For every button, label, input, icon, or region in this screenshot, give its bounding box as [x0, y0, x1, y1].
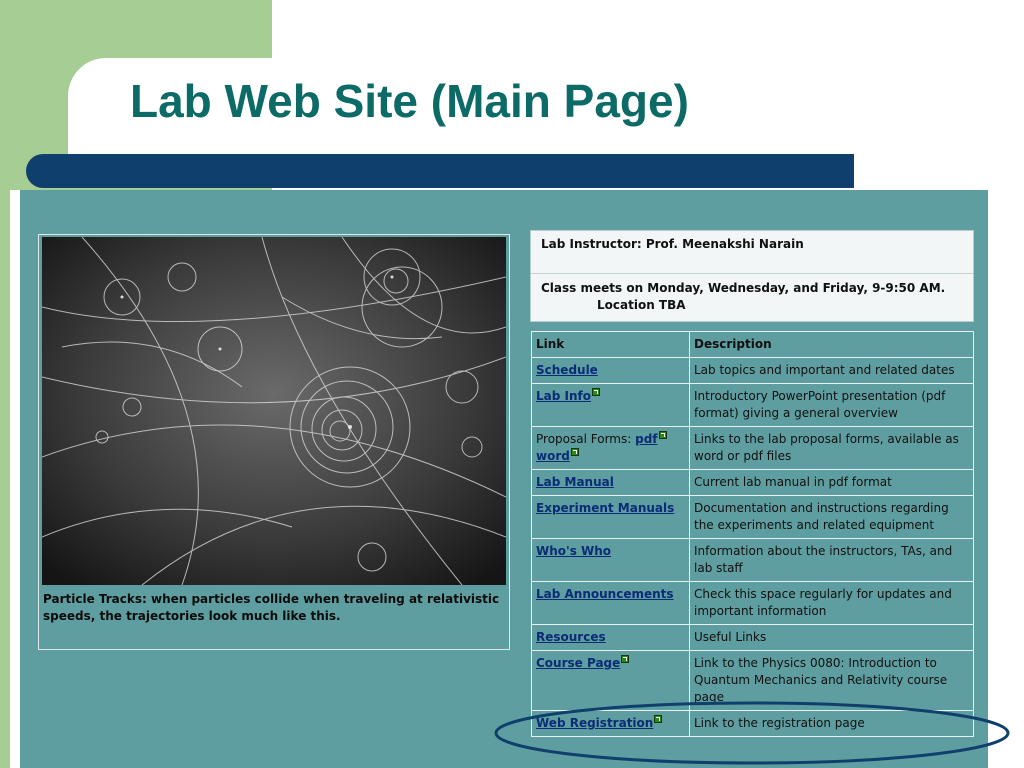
caption-line-2: speeds, the trajectories look much like … — [43, 609, 341, 623]
link-cell: Schedule — [532, 358, 690, 383]
resources-link[interactable]: Resources — [536, 630, 606, 644]
table-row: Experiment Manuals Documentation and ins… — [532, 496, 973, 539]
description-cell: Information about the instructors, TAs, … — [694, 544, 953, 575]
website-screenshot: Particle Tracks: when particles collide … — [20, 190, 988, 768]
external-link-icon — [658, 431, 667, 439]
lab-info-link[interactable]: Lab Info — [536, 389, 591, 403]
lab-announcements-link[interactable]: Lab Announcements — [536, 587, 674, 601]
link-cell: Lab Info — [532, 384, 690, 426]
slide-title: Lab Web Site (Main Page) — [130, 75, 689, 127]
table-header-row: Link Description — [532, 332, 973, 358]
link-cell: Experiment Manuals — [532, 496, 690, 538]
external-link-icon — [570, 448, 579, 456]
description-cell: Check this space regularly for updates a… — [694, 587, 952, 618]
decor-left-strip — [0, 180, 10, 768]
table-row: Lab Info Introductory PowerPoint present… — [532, 384, 973, 427]
external-link-icon — [621, 655, 630, 663]
table-row: Lab Announcements Check this space regul… — [532, 582, 973, 625]
link-cell: Resources — [532, 625, 690, 650]
link-cell: Who's Who — [532, 539, 690, 581]
class-meets-text: Class meets on Monday, Wednesday, and Fr… — [541, 280, 945, 314]
links-table: Link Description Schedule Lab topics and… — [531, 331, 974, 737]
description-cell: Links to the lab proposal forms, availab… — [694, 432, 959, 463]
description-cell: Useful Links — [694, 630, 767, 644]
class-info-box: Lab Instructor: Prof. Meenakshi Narain C… — [530, 230, 974, 322]
description-cell: Link to the registration page — [694, 716, 865, 730]
table-row: Resources Useful Links — [532, 625, 973, 651]
image-panel: Particle Tracks: when particles collide … — [38, 234, 510, 650]
lab-manual-link[interactable]: Lab Manual — [536, 475, 614, 489]
table-row: Proposal Forms: pdf word Links to the lab… — [532, 427, 973, 470]
caption-line-1: Particle Tracks: when particles collide … — [43, 592, 500, 606]
proposal-word-link[interactable]: word — [536, 449, 570, 463]
course-page-link[interactable]: Course Page — [536, 656, 620, 670]
table-row: Schedule Lab topics and important and re… — [532, 358, 973, 384]
external-link-icon — [654, 715, 663, 723]
experiment-manuals-link[interactable]: Experiment Manuals — [536, 501, 674, 515]
description-cell: Introductory PowerPoint presentation (pd… — [694, 389, 946, 420]
info-divider — [531, 273, 973, 274]
decor-divider-bar — [26, 154, 854, 188]
header-link: Link — [532, 332, 690, 357]
table-row: Lab Manual Current lab manual in pdf for… — [532, 470, 973, 496]
particle-tracks-photo — [42, 237, 506, 585]
link-cell: Course Page — [532, 651, 690, 710]
table-row: Course Page Link to the Physics 0080: In… — [532, 651, 973, 711]
location-text: Location TBA — [597, 298, 686, 312]
instructor-text: Lab Instructor: Prof. Meenakshi Narain — [541, 237, 804, 251]
description-cell: Current lab manual in pdf format — [694, 475, 892, 489]
table-row: Web Registration Link to the registratio… — [532, 711, 973, 736]
link-cell: Lab Manual — [532, 470, 690, 495]
particle-tracks-image — [42, 237, 506, 585]
description-cell: Documentation and instructions regarding… — [694, 501, 949, 532]
proposal-forms-label: Proposal Forms: — [536, 432, 632, 446]
description-cell: Link to the Physics 0080: Introduction t… — [694, 656, 948, 704]
description-cell: Lab topics and important and related dat… — [694, 363, 955, 377]
whos-who-link[interactable]: Who's Who — [536, 544, 611, 558]
proposal-pdf-link[interactable]: pdf — [635, 432, 657, 446]
schedule-link[interactable]: Schedule — [536, 363, 598, 377]
link-cell: Proposal Forms: pdf word — [532, 427, 690, 469]
web-registration-link[interactable]: Web Registration — [536, 716, 653, 730]
image-caption: Particle Tracks: when particles collide … — [43, 591, 503, 625]
link-cell: Lab Announcements — [532, 582, 690, 624]
header-description: Description — [694, 337, 772, 351]
table-row: Who's Who Information about the instruct… — [532, 539, 973, 582]
class-meets-line: Class meets on Monday, Wednesday, and Fr… — [541, 281, 946, 295]
link-cell: Web Registration — [532, 711, 690, 736]
external-link-icon — [591, 388, 600, 396]
